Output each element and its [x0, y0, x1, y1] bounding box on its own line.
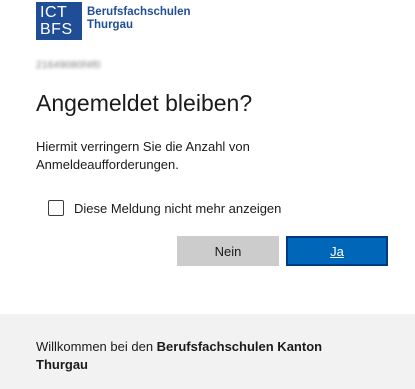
no-button[interactable]: Nein — [177, 236, 279, 266]
logo-badge-line2: BFS — [40, 21, 73, 38]
company-logo: ICT BFS Berufsfachschulen Thurgau — [36, 2, 191, 40]
yes-button[interactable]: Ja — [286, 236, 388, 266]
footer-banner: Willkommen bei den Berufsfachschulen Kan… — [0, 314, 415, 389]
page-title: Angemeldet bleiben? — [36, 90, 253, 116]
sign-in-page: ICT BFS Berufsfachschulen Thurgau 216490… — [0, 0, 415, 389]
dont-show-again-label[interactable]: Diese Meldung nicht mehr anzeigen — [74, 201, 281, 216]
footer-welcome-prefix: Willkommen bei den — [36, 339, 157, 354]
dont-show-again-checkbox[interactable] — [48, 200, 64, 216]
logo-wordmark: Berufsfachschulen Thurgau — [87, 2, 191, 32]
logo-wordmark-line2: Thurgau — [87, 19, 133, 31]
logo-badge: ICT BFS — [36, 2, 82, 40]
account-identifier: 21649080f4f0 — [36, 60, 101, 71]
dont-show-again-row[interactable]: Diese Meldung nicht mehr anzeigen — [48, 200, 281, 216]
footer-welcome-text: Willkommen bei den Berufsfachschulen Kan… — [36, 338, 376, 374]
logo-badge-line1: ICT — [40, 4, 68, 21]
logo-wordmark-line1: Berufsfachschulen — [87, 6, 191, 18]
page-description: Hiermit verringern Sie die Anzahl von An… — [36, 139, 250, 172]
